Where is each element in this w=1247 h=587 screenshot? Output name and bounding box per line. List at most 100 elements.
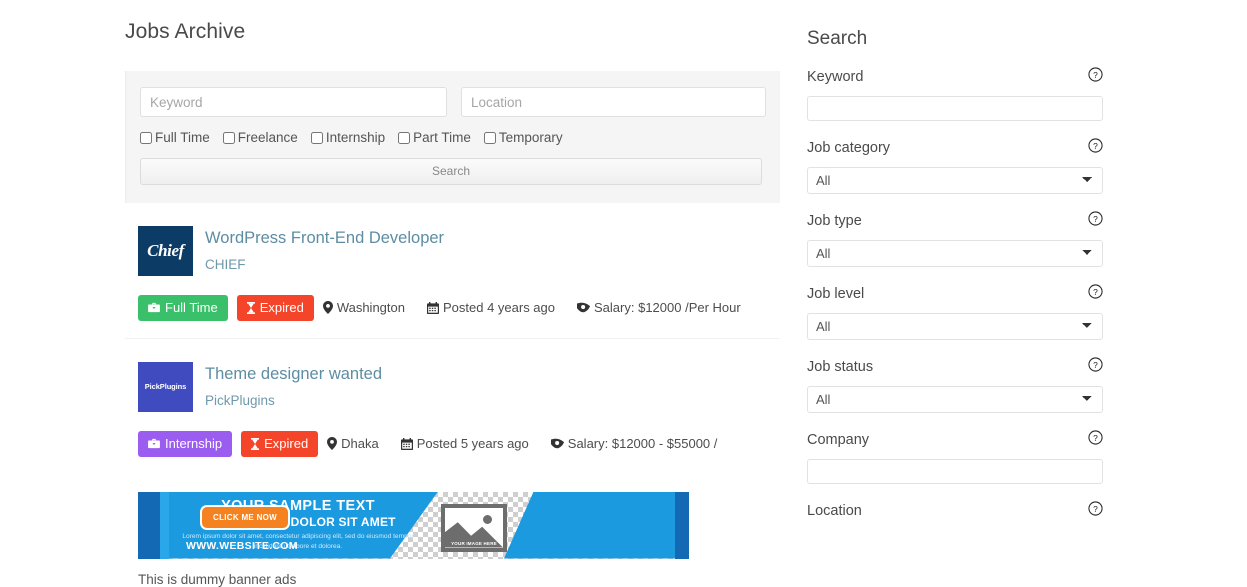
checkbox-temporary-input[interactable]: [483, 131, 496, 144]
calendar-icon: [400, 437, 413, 450]
field-label: Job type: [807, 213, 862, 229]
sidebar-field-job-type: Job type ? All: [807, 211, 1107, 267]
banner-url: WWW.WEBSITE.COM: [186, 539, 298, 552]
job-status-badge-label: Expired: [264, 436, 309, 451]
checkbox-internship[interactable]: Internship: [310, 130, 386, 145]
placeholder-label: YOUR IMAGE HERE: [451, 540, 497, 546]
company-logo-text: PickPlugins: [144, 382, 187, 391]
banner-right-panel: [504, 491, 689, 559]
checkbox-freelance[interactable]: Freelance: [222, 130, 298, 145]
company-logo-chief: Chief: [138, 225, 193, 276]
question-circle-icon[interactable]: ?: [1088, 501, 1103, 521]
question-circle-icon[interactable]: ?: [1088, 284, 1103, 304]
jobs-archive-page: Jobs Archive Full Time Freelance Interns…: [0, 0, 1247, 587]
sidebar-title: Search: [807, 28, 868, 49]
checkbox-part-time[interactable]: Part Time: [398, 131, 471, 145]
field-label-row: Job type ?: [807, 211, 1103, 231]
job-meta-row: Full Time Expired Washington Posted 4 ye…: [138, 294, 780, 321]
question-circle-icon[interactable]: ?: [1088, 357, 1103, 377]
field-label: Company: [807, 432, 870, 448]
job-title-block: WordPress Front-End Developer CHIEF: [205, 226, 444, 273]
checkbox-full-time[interactable]: Full Time: [140, 131, 210, 145]
map-marker-icon: [322, 301, 333, 314]
job-type-badge: Full Time: [138, 294, 228, 321]
banner-right-stripe: [675, 491, 689, 559]
job-list-item[interactable]: Chief WordPress Front-End Developer CHIE…: [125, 203, 780, 339]
job-type-badge-label: Internship: [165, 436, 223, 451]
sidebar-keyword-input[interactable]: [807, 96, 1103, 121]
svg-text:?: ?: [1093, 141, 1098, 151]
job-type-badge-label: Full Time: [165, 300, 218, 315]
job-location: Washington: [322, 300, 405, 315]
filter-keyword-input[interactable]: [140, 87, 447, 117]
job-posted-date: Posted 5 years ago: [400, 436, 529, 451]
job-type-badge: Internship: [138, 430, 233, 457]
banner-left-stripe: [138, 491, 160, 559]
field-label-row: Job status ?: [807, 357, 1103, 377]
banner-cta-button[interactable]: CLICK ME NOW: [200, 504, 291, 530]
banner-caption: This is dummy banner ads: [138, 571, 297, 587]
checkbox-internship-input[interactable]: [310, 131, 323, 144]
sidebar-field-company: Company ?: [807, 430, 1107, 484]
main-content-column: Jobs Archive Full Time Freelance Interns…: [125, 0, 785, 587]
question-circle-icon[interactable]: ?: [1088, 211, 1103, 231]
checkbox-full-time-input[interactable]: [140, 131, 152, 144]
money-icon: [550, 438, 564, 449]
sidebar-job-status-select[interactable]: All: [807, 386, 1103, 413]
svg-text:?: ?: [1093, 287, 1098, 297]
svg-text:?: ?: [1093, 360, 1098, 370]
checkbox-part-time-input[interactable]: [398, 131, 411, 144]
job-salary: Salary: $12000 /Per Hour: [577, 300, 741, 315]
question-circle-icon[interactable]: ?: [1088, 67, 1103, 87]
banner-left-stripe-light: [160, 491, 169, 559]
job-header: Chief WordPress Front-End Developer CHIE…: [138, 225, 780, 276]
banner-ad-block: YOUR SAMPLE TEXT LOREM IPSUM DOLOR SIT A…: [125, 491, 785, 587]
filter-location-input[interactable]: [461, 87, 766, 117]
filter-inputs-row: [140, 87, 766, 117]
job-status-badge-label: Expired: [259, 300, 304, 315]
company-logo-pickplugins: PickPlugins: [138, 361, 193, 412]
sidebar-job-type-select[interactable]: All: [807, 240, 1103, 267]
sidebar-field-job-category: Job category ? All: [807, 138, 1107, 194]
job-list-item[interactable]: PickPlugins Theme designer wanted PickPl…: [125, 339, 780, 474]
job-list: Chief WordPress Front-End Developer CHIE…: [125, 203, 785, 587]
map-marker-icon: [327, 437, 338, 450]
checkbox-freelance-label: Freelance: [237, 130, 298, 145]
job-meta-row: Internship Expired Dhaka Posted 5 years …: [138, 430, 780, 457]
checkbox-freelance-input[interactable]: [222, 131, 235, 144]
filter-search-button[interactable]: Search: [140, 157, 762, 185]
field-label: Job category: [807, 140, 891, 156]
svg-text:?: ?: [1093, 70, 1098, 80]
field-label-row: Job category ?: [807, 138, 1103, 158]
sidebar-job-level-select[interactable]: All: [807, 313, 1103, 340]
job-status-badge: Expired: [236, 294, 314, 321]
field-label-row: Job level ?: [807, 284, 1103, 304]
checkbox-internship-label: Internship: [325, 130, 386, 145]
sidebar-field-location: Location ?: [807, 501, 1107, 521]
job-company-link[interactable]: PickPlugins: [205, 393, 382, 408]
job-posted-label: Posted 5 years ago: [416, 436, 529, 451]
question-circle-icon[interactable]: ?: [1088, 430, 1103, 450]
job-title-link[interactable]: WordPress Front-End Developer: [205, 228, 444, 249]
checkbox-full-time-label: Full Time: [155, 130, 210, 145]
job-company-link[interactable]: CHIEF: [205, 257, 444, 272]
job-location-label: Dhaka: [341, 436, 379, 451]
field-label: Keyword: [807, 69, 864, 85]
job-salary-label: Salary: $12000 /Per Hour: [594, 300, 741, 315]
job-title-link[interactable]: Theme designer wanted: [205, 364, 382, 385]
field-label-row: Keyword ?: [807, 67, 1103, 87]
sidebar-field-keyword: Keyword ?: [807, 67, 1107, 121]
sidebar-job-category-select[interactable]: All: [807, 167, 1103, 194]
job-posted-date: Posted 4 years ago: [426, 300, 555, 315]
banner-image-placeholder: YOUR IMAGE HERE: [441, 503, 507, 552]
banner-ad[interactable]: YOUR SAMPLE TEXT LOREM IPSUM DOLOR SIT A…: [138, 491, 689, 559]
field-label: Job status: [807, 359, 874, 375]
briefcase-icon: [148, 438, 160, 449]
job-header: PickPlugins Theme designer wanted PickPl…: [138, 361, 780, 412]
field-label: Job level: [807, 286, 865, 302]
sidebar-company-input[interactable]: [807, 459, 1103, 484]
checkbox-temporary[interactable]: Temporary: [483, 131, 563, 145]
hourglass-icon: [246, 301, 255, 314]
job-filter-panel: Full Time Freelance Internship Part Time…: [125, 71, 780, 203]
question-circle-icon[interactable]: ?: [1088, 138, 1103, 158]
